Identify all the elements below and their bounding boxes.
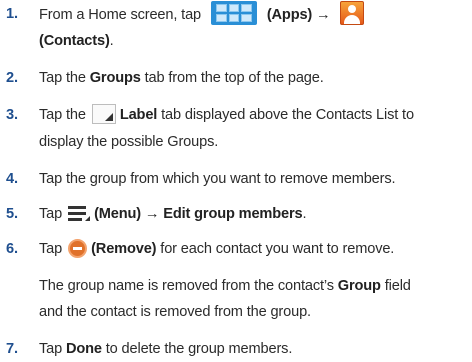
step-number: 5. bbox=[6, 206, 18, 222]
step-text: Tap the Groups tab from the top of the p… bbox=[39, 67, 466, 89]
step-text-part: . bbox=[302, 206, 307, 222]
arrow-glyph: → bbox=[316, 6, 331, 23]
step-text-part: Tap bbox=[39, 341, 66, 357]
step-text-part: Tap bbox=[39, 241, 63, 257]
note-text-part: field bbox=[380, 278, 411, 294]
contacts-label: (Contacts) bbox=[39, 33, 110, 49]
step-number: 2. bbox=[6, 70, 18, 86]
step-text-part: Tap bbox=[39, 206, 63, 222]
contacts-icon bbox=[340, 1, 365, 25]
step-text-part: Tap the bbox=[39, 107, 86, 123]
step-text-part: Tap the bbox=[39, 70, 90, 86]
step-number: 7. bbox=[6, 341, 18, 357]
step-text: Tap (Menu) → Edit group members. bbox=[39, 203, 466, 225]
step-text: From a Home screen, tap (Apps) → bbox=[39, 1, 466, 27]
step-text: Tap the Label tab displayed above the Con… bbox=[39, 104, 466, 126]
group-field-label: Group bbox=[337, 278, 381, 294]
step-number: 3. bbox=[6, 107, 18, 123]
step-text-part: for each contact you want to remove. bbox=[156, 241, 395, 257]
groups-label: Groups bbox=[89, 70, 141, 86]
label-tab-icon bbox=[91, 104, 116, 125]
step-text-part: . bbox=[109, 33, 114, 49]
edit-group-members-label: Edit group members bbox=[163, 206, 303, 222]
label-label: Label bbox=[119, 107, 158, 123]
step-number: 6. bbox=[6, 241, 18, 257]
step-text: Tap (Remove) for each contact you want to… bbox=[39, 238, 466, 260]
note-text-part: The group name is removed from the conta… bbox=[39, 278, 338, 294]
note-line-2: and the contact is removed from the grou… bbox=[39, 304, 311, 320]
apps-label: (Apps) bbox=[266, 6, 313, 23]
menu-label: (Menu) bbox=[94, 206, 142, 222]
menu-icon bbox=[68, 205, 91, 222]
instruction-page: 1. From a Home screen, tap (Apps) → (Con… bbox=[0, 0, 472, 362]
step-text-part: to delete the group members. bbox=[101, 341, 293, 357]
step-number: 1. bbox=[6, 6, 18, 22]
apps-grid-icon bbox=[210, 1, 257, 25]
step-text: Tap Done to delete the group members. bbox=[39, 338, 466, 360]
step-text-part: From a Home screen, tap bbox=[39, 6, 202, 23]
step-text-part: tab displayed above the Contacts List to bbox=[157, 107, 414, 123]
note-line-1: The group name is removed from the conta… bbox=[39, 275, 466, 297]
remove-icon bbox=[68, 238, 88, 258]
remove-label: (Remove) bbox=[91, 241, 157, 257]
step-text-part: tab from the top of the page. bbox=[140, 70, 324, 86]
step-text: (Contacts). bbox=[39, 30, 466, 52]
done-label: Done bbox=[65, 341, 102, 357]
step-text: display the possible Groups. bbox=[39, 134, 219, 150]
arrow-glyph: → bbox=[144, 206, 160, 222]
step-text: Tap the group from which you want to rem… bbox=[39, 171, 396, 187]
step-number: 4. bbox=[6, 171, 18, 187]
